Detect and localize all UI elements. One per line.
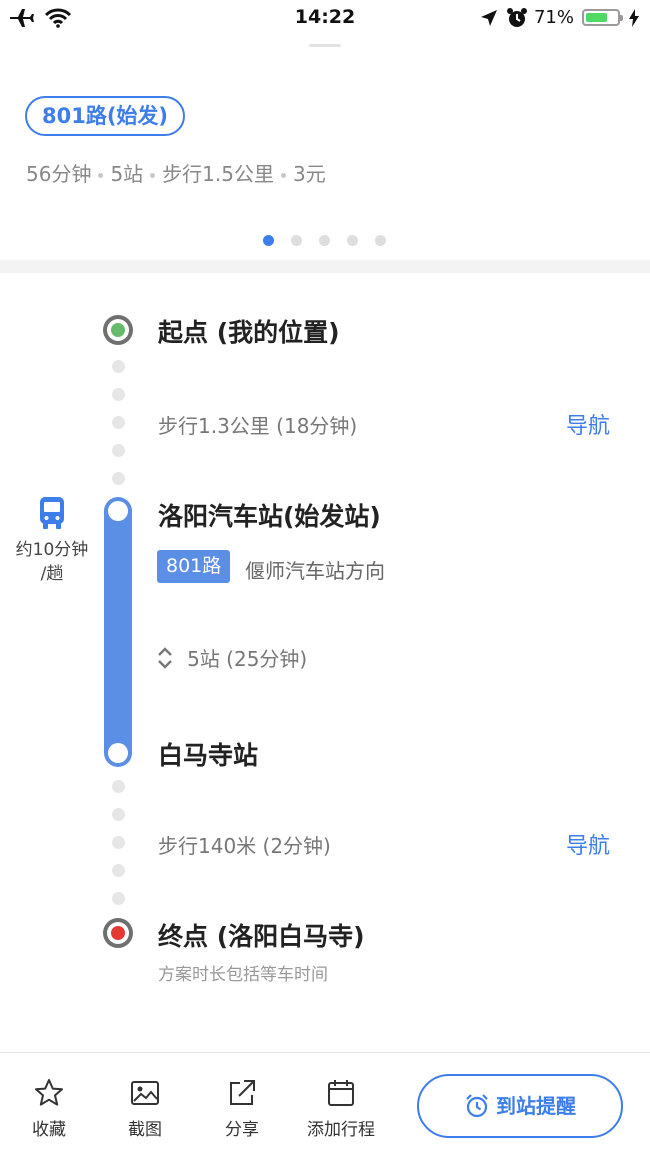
calendar-icon (328, 1080, 354, 1106)
drag-handle[interactable] (309, 44, 341, 47)
page-indicator[interactable] (263, 231, 403, 246)
walk-dot (112, 780, 125, 793)
expand-icon (158, 646, 172, 669)
summary-stops: 5站 (110, 162, 144, 186)
alarm-clock-icon (466, 1093, 488, 1117)
walk-dot (112, 360, 125, 373)
charging-icon (629, 9, 639, 27)
duration-note: 方案时长包括等车时间 (158, 965, 328, 985)
boarding-stop-dot (108, 501, 128, 521)
walk-dot (112, 892, 125, 905)
walk-dot (112, 472, 125, 485)
location-arrow-icon (481, 10, 497, 26)
summary-walk: 步行1.5公里 (162, 162, 274, 186)
bottom-toolbar: 收藏 截图 分享 添加行程 到站提醒 (0, 1052, 650, 1157)
bus-icon (40, 497, 64, 529)
screenshot-button[interactable]: 截图 (109, 1077, 181, 1140)
bus-frequency-interval: 约10分钟 (15, 540, 89, 560)
walk-segment-2: 步行140米 (2分钟) (158, 834, 331, 858)
walk-segment-1: 步行1.3公里 (18分钟) (158, 414, 358, 438)
stops-info: 5站 (25分钟) (187, 647, 308, 671)
start-node (103, 315, 133, 345)
boarding-station: 洛阳汽车站(始发站) (158, 502, 381, 531)
favorite-label: 收藏 (32, 1120, 66, 1140)
arrival-reminder-button[interactable]: 到站提醒 (417, 1074, 623, 1138)
walk-dot (112, 388, 125, 401)
alarm-icon (507, 8, 527, 27)
battery-percent: 71% (533, 7, 574, 28)
alighting-station: 白马寺站 (158, 741, 259, 770)
favorite-button[interactable]: 收藏 (13, 1077, 85, 1140)
walk-dot (112, 864, 125, 877)
share-button[interactable]: 分享 (206, 1077, 278, 1140)
star-icon (35, 1079, 63, 1106)
arrival-reminder-label: 到站提醒 (496, 1094, 576, 1118)
share-icon (230, 1080, 255, 1105)
end-title: 终点 (洛阳白马寺) (158, 922, 365, 951)
walk-dot (112, 416, 125, 429)
direction-text: 偃师汽车站方向 (245, 559, 385, 583)
walk-dot (112, 444, 125, 457)
bus-segment-line (104, 497, 132, 767)
route-pill[interactable]: 801路(始发) (25, 96, 186, 136)
walk-dot (112, 808, 125, 821)
page-dot[interactable] (319, 235, 330, 246)
summary-duration: 56分钟 (26, 162, 92, 186)
line-badge[interactable]: 801路 (157, 550, 231, 583)
bus-frequency-unit: /趟 (40, 564, 64, 584)
screenshot-label: 截图 (128, 1120, 162, 1140)
walk-dot (112, 836, 125, 849)
end-node (103, 918, 133, 948)
page-dot[interactable] (375, 235, 386, 246)
navigate-link-2[interactable]: 导航 (566, 828, 610, 860)
status-bar: 14:22 71% (0, 0, 650, 36)
expand-stops[interactable]: 5站 (25分钟) (156, 643, 307, 673)
add-schedule-label: 添加行程 (307, 1120, 375, 1140)
add-schedule-button[interactable]: 添加行程 (296, 1077, 386, 1140)
start-title: 起点 (我的位置) (158, 318, 340, 347)
share-label: 分享 (225, 1120, 259, 1140)
page-dot[interactable] (263, 235, 274, 246)
navigate-link-1[interactable]: 导航 (566, 408, 610, 440)
image-icon (131, 1081, 159, 1105)
alighting-stop-dot (108, 743, 128, 763)
route-summary: 56分钟 5站 步行1.5公里 3元 (26, 158, 326, 187)
bus-frequency: 约10分钟 /趟 (6, 538, 98, 586)
section-divider (0, 260, 650, 273)
battery-icon (582, 9, 623, 26)
page-dot[interactable] (347, 235, 358, 246)
page-dot[interactable] (291, 235, 302, 246)
summary-fare: 3元 (293, 162, 326, 186)
